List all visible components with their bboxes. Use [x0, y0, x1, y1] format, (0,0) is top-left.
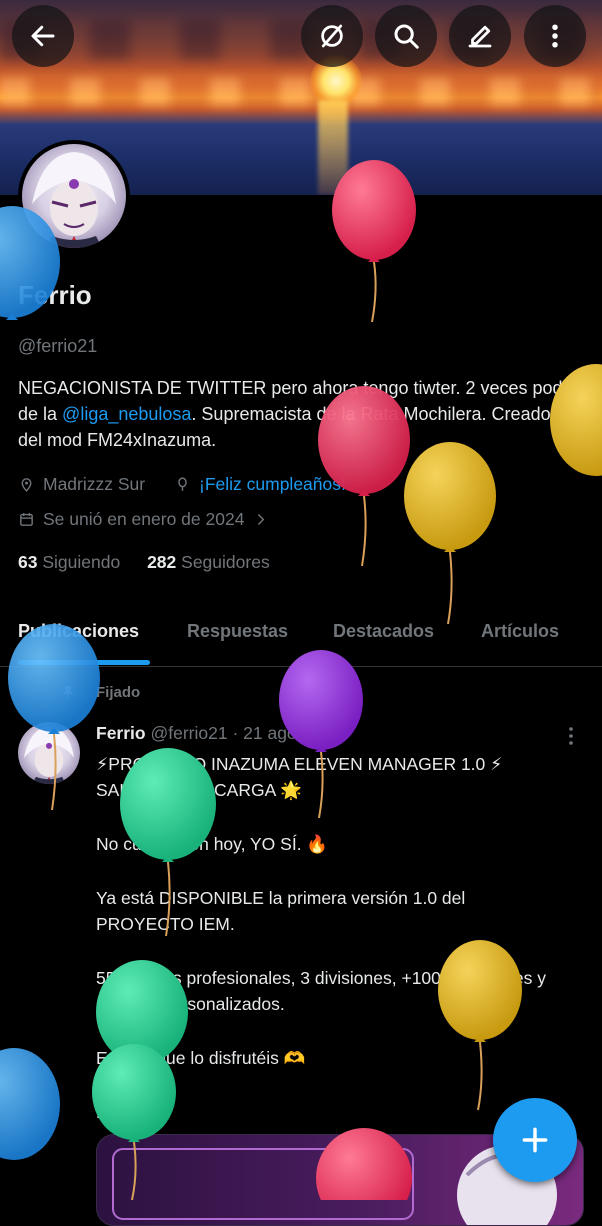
plus-icon — [522, 1127, 548, 1153]
pencil-icon — [468, 25, 492, 48]
followers-link[interactable]: 282 Seguidores — [147, 552, 270, 572]
tab-respuestas[interactable]: Respuestas — [187, 621, 288, 642]
pinned-label: Fijado — [96, 684, 141, 701]
post-more-icon[interactable] — [556, 724, 586, 748]
active-tab-indicator — [18, 660, 150, 665]
follow-counts: 63 Siguiendo 282 Seguidores — [18, 552, 270, 573]
post-avatar-illustration — [23, 726, 75, 784]
profile-bio: NEGACIONISTA DE TWITTER pero ahora tengo… — [18, 375, 578, 453]
location-text: Madrizzz Sur — [43, 474, 146, 494]
post-text-line2: No cumplieron hoy, YO SÍ. 🔥 — [96, 834, 329, 854]
more-options-button[interactable] — [524, 5, 586, 67]
tab-destacados[interactable]: Destacados — [333, 621, 434, 642]
arrow-left-icon — [31, 25, 55, 47]
back-button[interactable] — [12, 5, 74, 67]
tab-publicaciones[interactable]: Publicaciones — [18, 621, 139, 642]
tabs-divider — [0, 666, 602, 667]
compose-button[interactable] — [493, 1098, 577, 1182]
notifications-toggle-button[interactable] — [301, 5, 363, 67]
search-icon — [394, 24, 419, 49]
profile-name: Ferrio — [18, 280, 92, 310]
pin-icon — [62, 686, 74, 699]
profile-handle: @ferrio21 — [18, 336, 98, 356]
post-text-line3: Ya está DISPONIBLE la primera versión 1.… — [96, 888, 466, 934]
post-meta: @ferrio21 · 21 ago 25 — [150, 723, 321, 743]
bio-mention-link[interactable]: @liga_nebulosa — [62, 404, 191, 424]
more-vertical-icon — [552, 24, 558, 48]
profile-birthday[interactable]: ¡Feliz cumpleaños! — [174, 474, 346, 495]
tab-articulos[interactable]: Artículos — [481, 621, 559, 642]
followers-label: Seguidores — [181, 552, 270, 572]
post-text-line5: Espero que lo disfrutéis 🫶 — [96, 1048, 306, 1068]
post-text-line6: LINKS 👇 — [96, 1102, 174, 1122]
balloon-blue-bottom — [0, 1048, 60, 1160]
following-label: Siguiendo — [42, 552, 121, 572]
post-header: Ferrio @ferrio21 · 21 ago 25 — [96, 723, 321, 744]
followers-count: 282 — [147, 552, 177, 572]
slash-circle-icon — [321, 24, 343, 48]
edit-button[interactable] — [449, 5, 511, 67]
search-button[interactable] — [375, 5, 437, 67]
balloon-icon — [178, 477, 187, 491]
calendar-icon — [20, 513, 33, 526]
post-author[interactable]: Ferrio — [96, 723, 146, 743]
following-link[interactable]: 63 Siguiendo — [18, 552, 120, 572]
chevron-right-icon[interactable] — [252, 511, 269, 528]
profile-location: Madrizzz Sur — [18, 474, 145, 495]
profile-avatar[interactable] — [18, 140, 130, 252]
post-text-line4: 55 equipos profesionales, 3 divisiones, … — [96, 968, 546, 1014]
post-text-line1: ⚡PROYECTO INAZUMA ELEVEN MANAGER 1.0 ⚡ S… — [96, 754, 503, 800]
profile-joined: Se unió en enero de 2024 — [18, 509, 269, 530]
location-pin-icon — [21, 478, 32, 492]
avatar-illustration — [32, 152, 116, 248]
balloon-yellow-mid — [404, 442, 496, 625]
joined-text: Se unió en enero de 2024 — [43, 509, 245, 529]
birthday-text[interactable]: ¡Feliz cumpleaños! — [199, 474, 346, 495]
following-count: 63 — [18, 552, 38, 572]
post-avatar[interactable] — [18, 722, 80, 784]
